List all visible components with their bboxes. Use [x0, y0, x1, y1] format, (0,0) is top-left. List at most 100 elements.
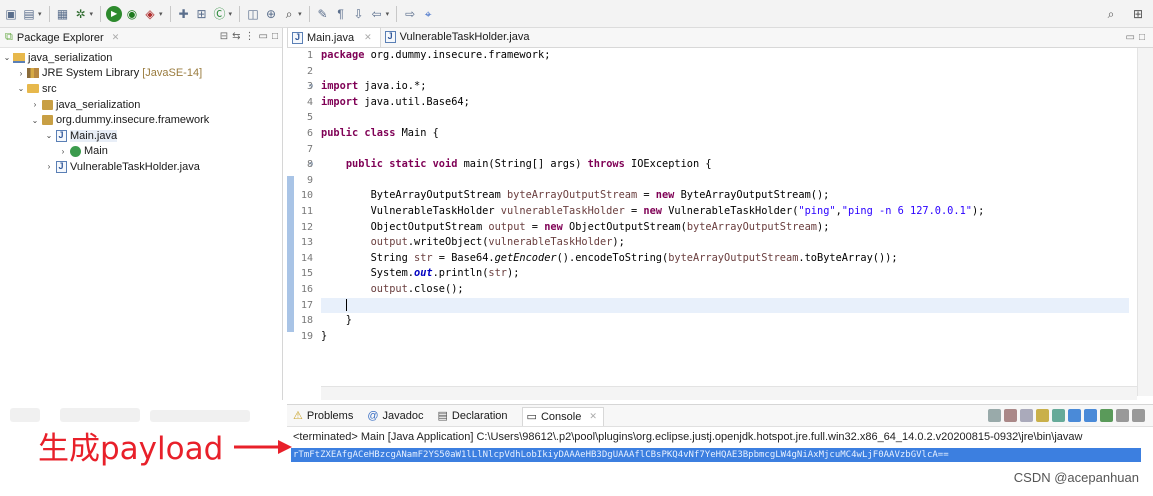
tree-item[interactable]: › Main	[0, 144, 282, 160]
word-wrap-icon[interactable]	[1052, 409, 1065, 422]
tab-console[interactable]: ▭ Console ✕	[521, 407, 604, 426]
close-icon[interactable]: ✕	[364, 32, 372, 43]
perspective-icon[interactable]: ⊞	[1130, 6, 1146, 22]
tab-problems[interactable]: ⚠ Problems	[293, 409, 353, 423]
tree-item[interactable]: › VulnerableTaskHolder.java	[0, 159, 282, 175]
tree-item[interactable]: › JRE System Library [JavaSE-14]	[0, 66, 282, 82]
forward-icon[interactable]: ⇨	[402, 6, 418, 22]
chevron-right-icon[interactable]: ›	[30, 100, 40, 109]
code-token: vulnerableTaskHolder	[500, 204, 625, 217]
dropdown-arrow-icon[interactable]: ▾	[159, 10, 163, 18]
dropdown-arrow-icon[interactable]: ▾	[38, 10, 42, 18]
tree-item[interactable]: ⌄ Main.java	[0, 128, 282, 144]
whitespace-icon[interactable]: ¶	[333, 6, 349, 22]
code-line[interactable]: VulnerableTaskHolder vulnerableTaskHolde…	[321, 204, 1129, 220]
maximize-icon[interactable]: □	[272, 31, 278, 42]
new-package-icon[interactable]: ⊞	[194, 6, 210, 22]
pin-icon[interactable]: ⌖	[420, 6, 436, 22]
editor-text-area[interactable]: 1 2 3 ⊖ 4 5 6 7 8 ⊖ 9 10 11 12 13 14 15 16 17 18 19 package …	[287, 48, 1153, 400]
fold-icon[interactable]: ⊖	[309, 157, 313, 173]
run-icon[interactable]: ▶	[106, 5, 123, 22]
chevron-right-icon[interactable]: ›	[44, 162, 54, 171]
minimize-icon[interactable]: ▭	[1126, 32, 1135, 43]
clear-console-icon[interactable]	[1020, 409, 1033, 422]
code-line[interactable]	[321, 142, 1129, 158]
tree-item[interactable]: ⌄ org.dummy.insecure.framework	[0, 112, 282, 128]
link-editor-icon[interactable]: ⇆	[232, 31, 240, 42]
dropdown-arrow-icon[interactable]: ▾	[90, 10, 94, 18]
dropdown-arrow-icon[interactable]: ▾	[229, 10, 233, 18]
remove-launch-icon[interactable]	[1004, 409, 1017, 422]
code-line[interactable]: ObjectOutputStream output = new ObjectOu…	[321, 220, 1129, 236]
tree-item[interactable]: ⌄ java_serialization	[0, 50, 282, 66]
code-line[interactable]	[321, 110, 1129, 126]
tree-item[interactable]: › java_serialization	[0, 97, 282, 113]
chevron-right-icon[interactable]: ›	[16, 69, 26, 78]
maximize-icon[interactable]	[1132, 409, 1145, 422]
close-icon[interactable]: ✕	[112, 32, 120, 43]
code-line[interactable]: public class Main {	[321, 126, 1129, 142]
save-icon[interactable]: ▤	[21, 6, 37, 22]
next-annotation-icon[interactable]: ⇩	[351, 6, 367, 22]
new-file-icon[interactable]: ▣	[3, 6, 19, 22]
open-task-icon[interactable]: ⊕	[263, 6, 279, 22]
minimize-icon[interactable]: ▭	[259, 31, 268, 42]
code-line[interactable]: ByteArrayOutputStream byteArrayOutputStr…	[321, 188, 1129, 204]
collapse-all-icon[interactable]: ⊟	[220, 31, 228, 42]
debug-icon[interactable]: ✲	[73, 6, 89, 22]
print-icon[interactable]: ▦	[55, 6, 71, 22]
maximize-icon[interactable]: □	[1139, 32, 1145, 43]
chevron-down-icon[interactable]: ⌄	[44, 131, 54, 140]
dropdown-arrow-icon[interactable]: ▾	[386, 10, 390, 18]
fold-icon[interactable]: ⊖	[309, 79, 313, 95]
open-type-icon[interactable]: ◫	[245, 6, 261, 22]
code-line[interactable]: import java.io.*;	[321, 79, 1129, 95]
source-code[interactable]: package org.dummy.insecure.framework; imp…	[321, 48, 1129, 344]
new-class-icon[interactable]: Ⓒ	[212, 6, 228, 22]
tab-vulnerable-task-holder[interactable]: VulnerableTaskHolder.java	[381, 27, 538, 47]
code-token: output	[488, 220, 526, 233]
back-icon[interactable]: ⇦	[369, 6, 385, 22]
search-icon[interactable]: ⌕	[281, 6, 297, 22]
tab-declaration[interactable]: ▤ Declaration	[438, 409, 508, 423]
code-line[interactable]: output.close();	[321, 282, 1129, 298]
code-token: public class	[321, 126, 402, 139]
run-external-icon[interactable]: ◉	[124, 6, 140, 22]
pin-console-icon[interactable]	[1068, 409, 1081, 422]
chevron-down-icon[interactable]: ⌄	[16, 84, 26, 93]
dropdown-arrow-icon[interactable]: ▾	[298, 10, 302, 18]
code-line[interactable]	[321, 64, 1129, 80]
tab-javadoc[interactable]: @ Javadoc	[367, 410, 423, 422]
code-line[interactable]: }	[321, 329, 1129, 345]
code-line[interactable]: System.out.println(str);	[321, 266, 1129, 282]
tab-main-java[interactable]: Main.java ✕	[287, 27, 381, 47]
tree-item-suffix: [JavaSE-14]	[142, 67, 203, 80]
code-line[interactable]: public static void main(String[] args) t…	[321, 157, 1129, 173]
chevron-down-icon[interactable]: ⌄	[30, 116, 40, 125]
chevron-down-icon[interactable]: ⌄	[2, 53, 12, 62]
horizontal-scrollbar[interactable]	[321, 386, 1137, 400]
close-icon[interactable]: ✕	[589, 411, 597, 422]
terminate-icon[interactable]	[988, 409, 1001, 422]
annotation-icon[interactable]: ✎	[315, 6, 331, 22]
chevron-right-icon[interactable]: ›	[58, 147, 68, 156]
search-icon[interactable]: ⌕	[1103, 6, 1119, 22]
coverage-icon[interactable]: ◈	[142, 6, 158, 22]
view-menu-icon[interactable]: ⋮	[245, 31, 255, 42]
code-line[interactable]	[321, 173, 1129, 189]
vertical-scrollbar[interactable]	[1137, 48, 1153, 396]
code-line[interactable]: String str = Base64.getEncoder().encodeT…	[321, 251, 1129, 267]
code-line[interactable]: }	[321, 313, 1129, 329]
tree-item[interactable]: ⌄ src	[0, 81, 282, 97]
console-output-selected[interactable]: rTmFtZXEAfgACeHBzcgANamF2YS50aW1lLlNlcpV…	[291, 448, 1141, 462]
display-console-icon[interactable]	[1084, 409, 1097, 422]
minimize-icon[interactable]	[1116, 409, 1129, 422]
package-explorer-tab[interactable]: ⧉ Package Explorer ✕	[0, 31, 119, 44]
open-console-icon[interactable]	[1100, 409, 1113, 422]
code-line[interactable]: package org.dummy.insecure.framework;	[321, 48, 1129, 64]
code-line[interactable]: import java.util.Base64;	[321, 95, 1129, 111]
code-line[interactable]: output.writeObject(vulnerableTaskHolder)…	[321, 235, 1129, 251]
new-java-project-icon[interactable]: ✚	[176, 6, 192, 22]
code-line[interactable]	[321, 297, 1129, 314]
scroll-lock-icon[interactable]	[1036, 409, 1049, 422]
